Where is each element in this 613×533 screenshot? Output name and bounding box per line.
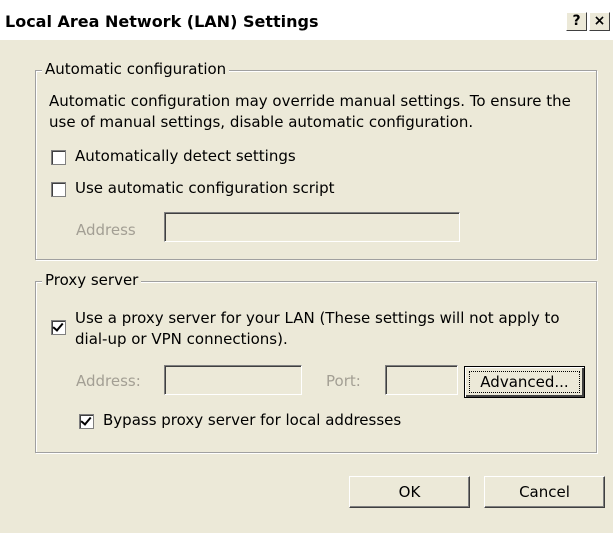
close-icon: × (593, 13, 606, 29)
cancel-button[interactable]: Cancel (484, 476, 605, 508)
use-proxy-checkbox[interactable] (51, 320, 66, 335)
help-button[interactable]: ? (566, 12, 587, 31)
title-bar: Local Area Network (LAN) Settings ? × (0, 0, 613, 40)
use-proxy-row[interactable]: Use a proxy server for your LAN (These s… (51, 308, 586, 350)
proxy-address-input[interactable] (164, 365, 302, 395)
script-address-input[interactable] (164, 212, 460, 242)
close-button[interactable]: × (589, 12, 610, 31)
bypass-local-label: Bypass proxy server for local addresses (103, 411, 402, 429)
auto-config-script-label: Use automatic configuration script (75, 179, 335, 197)
auto-config-script-checkbox[interactable] (51, 182, 66, 197)
proxy-server-group: Proxy server Use a proxy server for your… (35, 271, 597, 453)
proxy-server-legend: Proxy server (42, 271, 142, 289)
bypass-local-row[interactable]: Bypass proxy server for local addresses (79, 411, 401, 429)
advanced-label: Advanced... (480, 373, 569, 391)
auto-detect-label: Automatically detect settings (75, 147, 296, 165)
proxy-address-label: Address: (76, 372, 141, 390)
bypass-local-checkbox[interactable] (79, 414, 94, 429)
automatic-configuration-group: Automatic configuration Automatic config… (35, 60, 597, 260)
ok-label: OK (398, 483, 421, 501)
help-icon: ? (572, 13, 581, 29)
lan-settings-dialog: Local Area Network (LAN) Settings ? × Au… (0, 0, 613, 533)
proxy-port-input[interactable] (385, 365, 458, 395)
auto-detect-row[interactable]: Automatically detect settings (51, 147, 296, 165)
auto-config-script-row[interactable]: Use automatic configuration script (51, 179, 334, 197)
ok-button[interactable]: OK (349, 476, 470, 508)
proxy-port-label: Port: (326, 372, 361, 390)
automatic-configuration-legend: Automatic configuration (42, 60, 230, 78)
cancel-label: Cancel (519, 483, 570, 501)
auto-detect-checkbox[interactable] (51, 150, 66, 165)
advanced-button[interactable]: Advanced... (464, 366, 585, 398)
window-title: Local Area Network (LAN) Settings (5, 12, 319, 31)
use-proxy-label: Use a proxy server for your LAN (These s… (75, 309, 560, 348)
script-address-label: Address (76, 221, 136, 239)
automatic-configuration-description: Automatic configuration may override man… (49, 92, 571, 131)
